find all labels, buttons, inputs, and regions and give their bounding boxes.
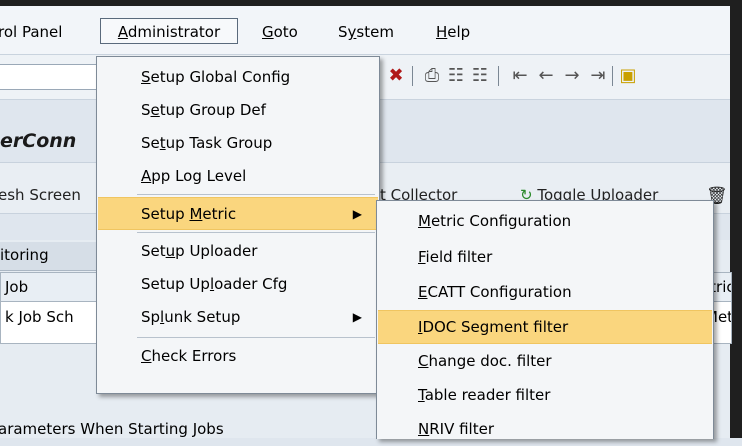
cancel-icon[interactable]: ✖ — [386, 66, 406, 86]
mi-post: RIV filter — [429, 420, 495, 438]
menu-administrator[interactable]: Administrator — [100, 18, 238, 44]
menu-label-pre: S — [338, 23, 348, 41]
menu-label-post: elp — [447, 23, 471, 41]
menu-label: rol Panel — [0, 23, 63, 41]
menu-item-ecatt-configuration[interactable]: ECATT Configuration — [378, 276, 712, 309]
print-icon[interactable]: ⎙ — [422, 66, 442, 86]
mi-post: unk Setup — [164, 308, 241, 326]
last-page-icon[interactable]: ⇥ — [588, 66, 608, 86]
menu-item-setup-uploader[interactable]: Setup Uploader — [98, 235, 378, 268]
command-field[interactable] — [0, 64, 101, 90]
next-page-icon[interactable]: → — [562, 66, 582, 86]
mi-pre: Setup — [141, 205, 190, 223]
mi-mnemonic: N — [418, 420, 430, 438]
mi-post: etric Configuration — [430, 212, 572, 230]
menu-item-metric-configuration[interactable]: Metric Configuration — [378, 205, 712, 238]
mi-pre: Se — [141, 134, 160, 152]
menu-label-post: dministrator — [127, 23, 221, 41]
mi-post: heck Errors — [151, 347, 237, 365]
mi-mnemonic: S — [141, 68, 151, 86]
menu-goto[interactable]: Goto — [262, 21, 298, 43]
mi-post: etup Global Config — [150, 68, 291, 86]
administrator-dropdown: Setup Global Config Setup Group Def Setu… — [96, 56, 380, 394]
menu-label-mnemonic: A — [117, 23, 128, 41]
menu-item-setup-group-def[interactable]: Setup Group Def — [98, 94, 378, 127]
page-title: erConn — [0, 130, 77, 152]
toolbar-separator — [412, 66, 413, 86]
menu-label-post: oto — [273, 23, 298, 41]
job-table: Job k Job Sch — [0, 272, 100, 344]
menu-item-field-filter[interactable]: Field filter — [378, 241, 712, 274]
mi-pre: S — [141, 101, 151, 119]
mi-mnemonic: M — [189, 205, 203, 223]
mi-mnemonic: T — [418, 386, 425, 404]
mi-post: CATT Configuration — [427, 283, 572, 301]
menu-separator — [137, 232, 375, 233]
menu-item-setup-metric[interactable]: Setup Metric ▶ — [98, 197, 378, 230]
submenu-arrow-icon: ▶ — [352, 207, 362, 221]
mi-mnemonic: A — [141, 167, 152, 185]
menu-item-check-errors[interactable]: Check Errors — [98, 340, 378, 373]
tab-label: itoring — [0, 246, 49, 264]
menu-item-setup-uploader-cfg[interactable]: Setup Uploader Cfg — [98, 268, 378, 301]
mi-mnemonic: C — [418, 352, 429, 370]
table-cell[interactable]: k Job Sch — [1, 303, 99, 331]
menu-label-mnemonic: H — [436, 23, 448, 41]
mi-post: etric — [202, 205, 237, 223]
mi-post: DOC Segment filter — [422, 318, 569, 336]
mi-mnemonic: M — [418, 212, 431, 230]
setup-metric-submenu: Metric Configuration Field filter ECATT … — [376, 200, 714, 439]
mi-post: p Uploader — [175, 242, 258, 260]
menu-system[interactable]: System — [338, 21, 394, 43]
find-next-icon[interactable]: ☷ — [470, 66, 490, 86]
mi-post: up Task Group — [165, 134, 273, 152]
menu-item-table-reader-filter[interactable]: Table reader filter — [378, 379, 712, 412]
previous-page-icon[interactable]: ← — [536, 66, 556, 86]
mi-mnemonic: e — [150, 101, 160, 119]
mi-post: oader Cfg — [214, 275, 288, 293]
menu-item-setup-global-config[interactable]: Setup Global Config — [98, 61, 378, 94]
mi-mnemonic: C — [141, 347, 152, 365]
find-icon[interactable]: ☷ — [446, 66, 466, 86]
menu-control-panel[interactable]: rol Panel — [0, 21, 62, 43]
mi-post: pp Log Level — [151, 167, 247, 185]
menu-item-app-log-level[interactable]: App Log Level — [98, 160, 378, 193]
first-page-icon[interactable]: ⇤ — [510, 66, 530, 86]
mi-mnemonic: u — [165, 242, 176, 260]
mi-mnemonic: F — [418, 248, 426, 266]
refresh-screen-button[interactable]: esh Screen — [0, 186, 81, 204]
mi-pre: Setup Up — [141, 275, 210, 293]
mi-post: hange doc. filter — [428, 352, 552, 370]
toolbar-separator — [498, 66, 499, 86]
parameters-section-label: arameters When Starting Jobs — [0, 420, 224, 438]
job-column-header[interactable]: Job — [1, 273, 99, 302]
menu-label-post: stem — [356, 23, 394, 41]
menu-item-change-doc-filter[interactable]: Change doc. filter — [378, 345, 712, 378]
toolbar-separator — [612, 66, 613, 86]
menu-label-mnemonic: G — [262, 23, 274, 41]
mi-post: able reader filter — [424, 386, 551, 404]
menu-item-idoc-segment-filter[interactable]: IDOC Segment filter — [378, 310, 712, 344]
mi-post: tup Group Def — [159, 101, 266, 119]
menu-item-splunk-setup[interactable]: Splunk Setup ▶ — [98, 301, 378, 334]
submenu-arrow-icon: ▶ — [352, 310, 362, 324]
menu-separator — [137, 337, 375, 338]
menu-bar: rol Panel Administrator Goto System Help — [0, 6, 730, 55]
mi-post: ield filter — [425, 248, 493, 266]
new-session-icon[interactable]: ▣ — [618, 66, 638, 86]
mi-pre: Set — [141, 242, 166, 260]
window-frame-right — [730, 0, 742, 438]
menu-help[interactable]: Help — [436, 21, 470, 43]
mi-pre: Sp — [141, 308, 161, 326]
menu-item-setup-task-group[interactable]: Setup Task Group — [98, 127, 378, 160]
menu-separator — [137, 194, 375, 195]
menu-item-nriv-filter[interactable]: NRIV filter — [378, 413, 712, 446]
